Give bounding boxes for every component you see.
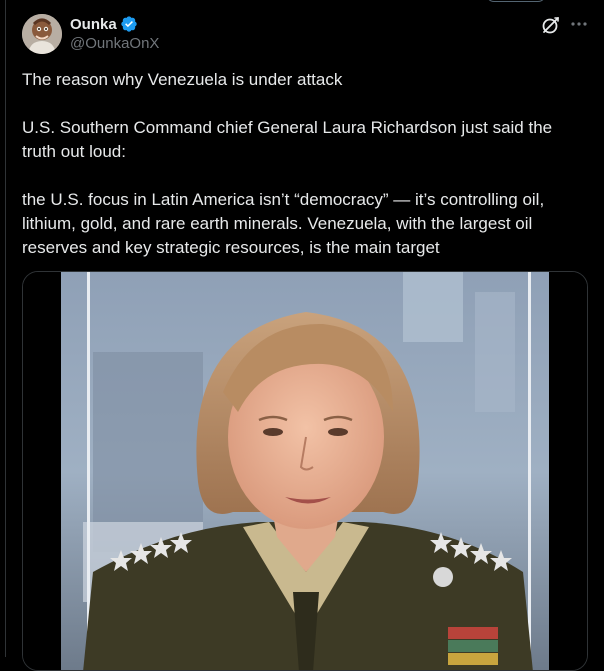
author-names: Ounka @OunkaOnX [70,14,159,53]
display-name[interactable]: Ounka [70,16,117,33]
post-header: Ounka @OunkaOnX [22,12,590,56]
tweet-paragraph: the U.S. focus in Latin America isn’t “d… [22,190,545,257]
handle[interactable]: @OunkaOnX [70,35,159,52]
ellipsis-icon[interactable] [568,14,590,34]
previous-post-button-edge[interactable] [486,0,546,2]
avatar[interactable] [22,14,62,54]
tweet-paragraph: The reason why Venezuela is under attack [22,70,343,89]
grok-slash-circle-icon[interactable] [541,15,561,35]
video-frame [23,272,587,670]
verified-badge-icon[interactable] [120,15,138,33]
tweet-text: The reason why Venezuela is under attack… [22,68,588,260]
video-player[interactable] [22,271,588,671]
timeline-border [5,0,6,657]
tweet-paragraph: U.S. Southern Command chief General Laur… [22,118,553,161]
